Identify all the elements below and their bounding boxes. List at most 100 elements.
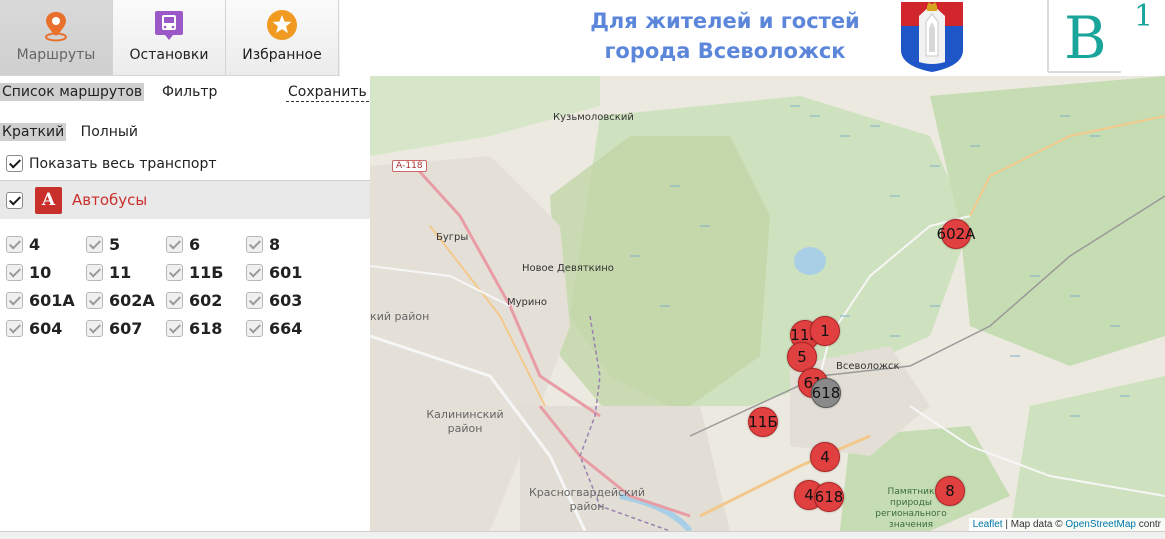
tab-routes-label: Маршруты	[16, 47, 96, 63]
route-label: 6	[189, 235, 201, 254]
sidebar-subnav: Список маршрутов Фильтр Сохранить	[0, 83, 370, 105]
bus-marker[interactable]: 618	[811, 378, 841, 408]
attribution-text: | Map data ©	[1002, 519, 1066, 530]
route-item[interactable]: 618	[166, 319, 246, 338]
route-label: 602	[189, 291, 223, 310]
route-item[interactable]: 601	[246, 263, 326, 282]
route-item[interactable]: 4	[6, 235, 86, 254]
route-checkbox[interactable]	[86, 236, 103, 253]
map-label-novoe-devyatkino: Новое Девяткино	[522, 263, 614, 274]
tab-stops-label: Остановки	[129, 47, 209, 63]
star-icon	[265, 8, 299, 42]
route-checkbox[interactable]	[86, 292, 103, 309]
mode-full[interactable]: Полный	[79, 123, 140, 141]
route-label: 603	[269, 291, 303, 310]
view-mode-switch: Краткий Полный	[0, 123, 148, 141]
route-label: 11	[109, 263, 132, 282]
bus-marker-label: 4	[820, 448, 830, 466]
route-item[interactable]: 664	[246, 319, 326, 338]
status-bar	[0, 531, 1165, 539]
route-item[interactable]: 11	[86, 263, 166, 282]
route-label: 10	[29, 263, 52, 282]
attribution-tail: contr	[1135, 519, 1161, 530]
route-item[interactable]: 10	[6, 263, 86, 282]
bus-marker[interactable]: 4	[810, 442, 840, 472]
route-pin-icon	[39, 8, 73, 42]
route-checkbox[interactable]	[6, 264, 23, 281]
map-view[interactable]: А-118 Кузьмоловский Бугры Новое Девяткин…	[370, 76, 1165, 531]
show-all-label: Показать весь транспорт	[29, 155, 217, 172]
routes-sidebar: Список маршрутов Фильтр Сохранить Кратки…	[0, 76, 370, 531]
subnav-save[interactable]: Сохранить	[286, 83, 369, 102]
route-item[interactable]: 607	[86, 319, 166, 338]
map-label-kuzmolovsky: Кузьмоловский	[553, 112, 634, 123]
route-item[interactable]: 603	[246, 291, 326, 310]
site-title-line2: города Всеволожск	[604, 39, 846, 63]
route-checkbox[interactable]	[86, 264, 103, 281]
mode-short[interactable]: Краткий	[0, 123, 67, 141]
map-label-krasnogvardeysky: Красногвардейский район	[529, 486, 645, 513]
bus-marker[interactable]: 8	[935, 476, 965, 506]
route-checkbox[interactable]	[6, 320, 23, 337]
route-checkbox-list: 4 5 6 8 10 11 11Б 601 601А 602А 602 603 604 607 618 664	[6, 235, 366, 338]
tab-routes[interactable]: Маршруты	[0, 0, 113, 75]
bus-group-label: Автобусы	[72, 191, 148, 209]
bus-marker[interactable]: 602А	[937, 219, 975, 249]
bus-group-checkbox[interactable]	[6, 191, 23, 209]
bus-marker-label: 1	[820, 322, 830, 340]
route-item[interactable]: 604	[6, 319, 86, 338]
leaflet-link[interactable]: Leaflet	[973, 519, 1003, 530]
map-attribution: Leaflet | Map data © OpenStreetMap contr	[968, 518, 1165, 531]
bus-marker-label: 618	[811, 384, 841, 402]
route-label: 607	[109, 319, 143, 338]
osm-link[interactable]: OpenStreetMap	[1065, 519, 1136, 530]
route-label: 602А	[109, 291, 155, 310]
route-label: 4	[29, 235, 41, 254]
route-label: 604	[29, 319, 63, 338]
app-header: Маршруты Остановки Избранное Для жителей…	[0, 0, 1165, 76]
route-checkbox[interactable]	[6, 236, 23, 253]
route-item[interactable]: 6	[166, 235, 246, 254]
bus-marker[interactable]: 618	[814, 482, 844, 512]
route-checkbox[interactable]	[6, 292, 23, 309]
route-item[interactable]: 5	[86, 235, 166, 254]
route-item[interactable]: 601А	[6, 291, 86, 310]
map-label-murino: Мурино	[507, 297, 548, 308]
subnav-filter[interactable]: Фильтр	[160, 83, 219, 101]
bus-group-header[interactable]: А Автобусы	[0, 180, 370, 219]
bus-badge-icon: А	[35, 186, 62, 214]
map-label-bugry: Бугры	[436, 232, 469, 243]
route-label: 601	[269, 263, 303, 282]
route-label: 5	[109, 235, 121, 254]
bus-marker-label: 11Б	[748, 413, 778, 431]
site-title-line1: Для жителей и гостей	[590, 9, 860, 33]
main-tabs: Маршруты Остановки Избранное	[0, 0, 340, 76]
route-item[interactable]: 8	[246, 235, 326, 254]
route-checkbox[interactable]	[246, 292, 263, 309]
route-label: 11Б	[189, 263, 224, 282]
route-checkbox[interactable]	[166, 292, 183, 309]
subnav-route-list[interactable]: Список маршрутов	[0, 83, 145, 101]
route-item[interactable]: 602	[166, 291, 246, 310]
tab-favorites-label: Избранное	[242, 47, 322, 63]
show-all-checkbox[interactable]	[6, 155, 23, 172]
brand-letter: В	[1064, 4, 1107, 72]
route-checkbox[interactable]	[246, 264, 263, 281]
show-all-transport[interactable]: Показать весь транспорт	[6, 155, 217, 172]
tab-favorites[interactable]: Избранное	[226, 0, 339, 75]
map-label-vsevolozhsk: Всеволожск	[836, 361, 900, 372]
tab-stops[interactable]: Остановки	[113, 0, 226, 75]
bus-marker[interactable]: 11Б	[748, 407, 778, 437]
route-checkbox[interactable]	[86, 320, 103, 337]
bus-marker-label: 8	[945, 482, 955, 500]
route-checkbox[interactable]	[166, 236, 183, 253]
route-item[interactable]: 11Б	[166, 263, 246, 282]
route-checkbox[interactable]	[246, 236, 263, 253]
route-checkbox[interactable]	[246, 320, 263, 337]
bus-marker-label: 602А	[936, 225, 976, 243]
route-checkbox[interactable]	[166, 320, 183, 337]
coat-of-arms-icon	[899, 0, 965, 73]
route-item[interactable]: 602А	[86, 291, 166, 310]
media-center-logo: В 1	[1046, 0, 1165, 76]
route-checkbox[interactable]	[166, 264, 183, 281]
